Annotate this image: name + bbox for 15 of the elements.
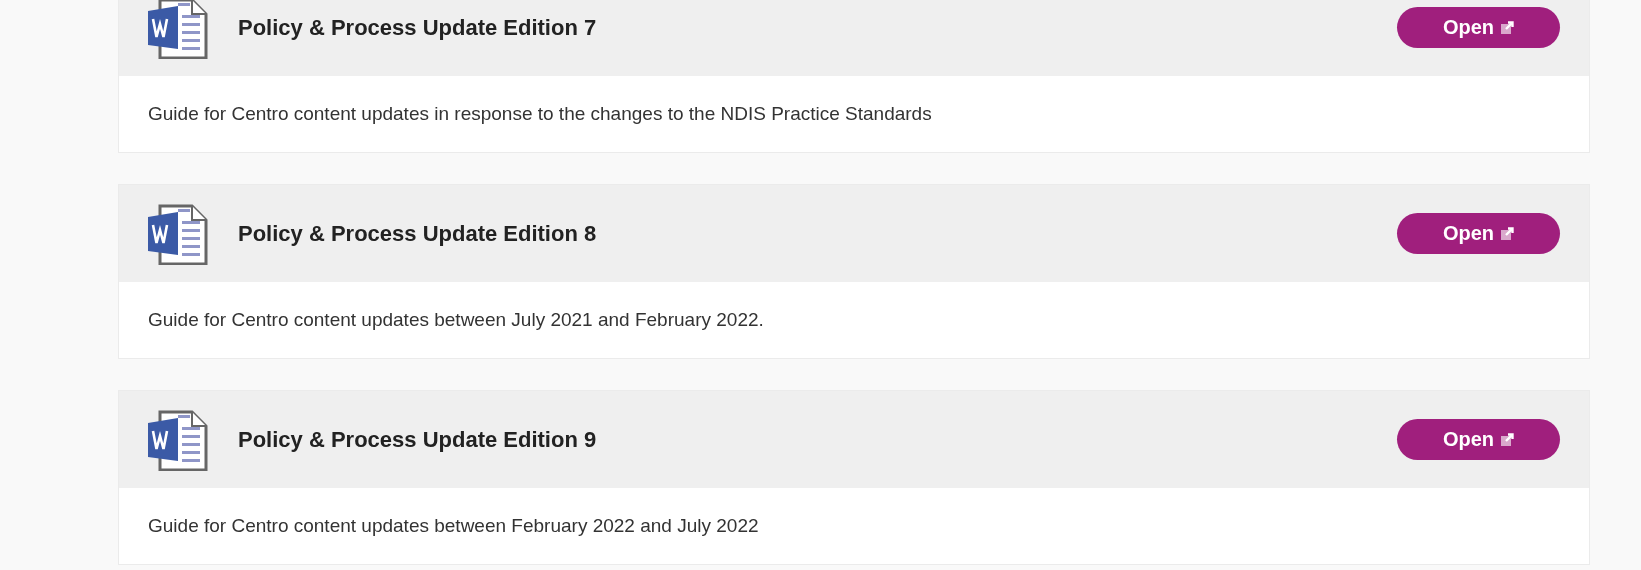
document-title: Policy & Process Update Edition 9: [238, 426, 598, 453]
word-document-icon: [148, 0, 208, 59]
open-button[interactable]: Open: [1397, 213, 1560, 254]
external-link-icon: [1500, 226, 1515, 241]
document-description: Guide for Centro content updates between February 2022 and July 2022: [148, 515, 759, 537]
document-description: Guide for Centro content updates in response to the changes to the NDIS Practice Standards: [148, 103, 932, 125]
open-button[interactable]: Open: [1397, 419, 1560, 460]
document-description: Guide for Centro content updates between July 2021 and February 2022.: [148, 309, 764, 331]
word-document-icon: [148, 408, 208, 471]
external-link-icon: [1500, 20, 1515, 35]
word-document-icon: [148, 202, 208, 265]
document-title: Policy & Process Update Edition 7: [238, 14, 598, 41]
document-title: Policy & Process Update Edition 8: [238, 220, 598, 247]
external-link-icon: [1500, 432, 1515, 447]
open-button[interactable]: Open: [1397, 7, 1560, 48]
